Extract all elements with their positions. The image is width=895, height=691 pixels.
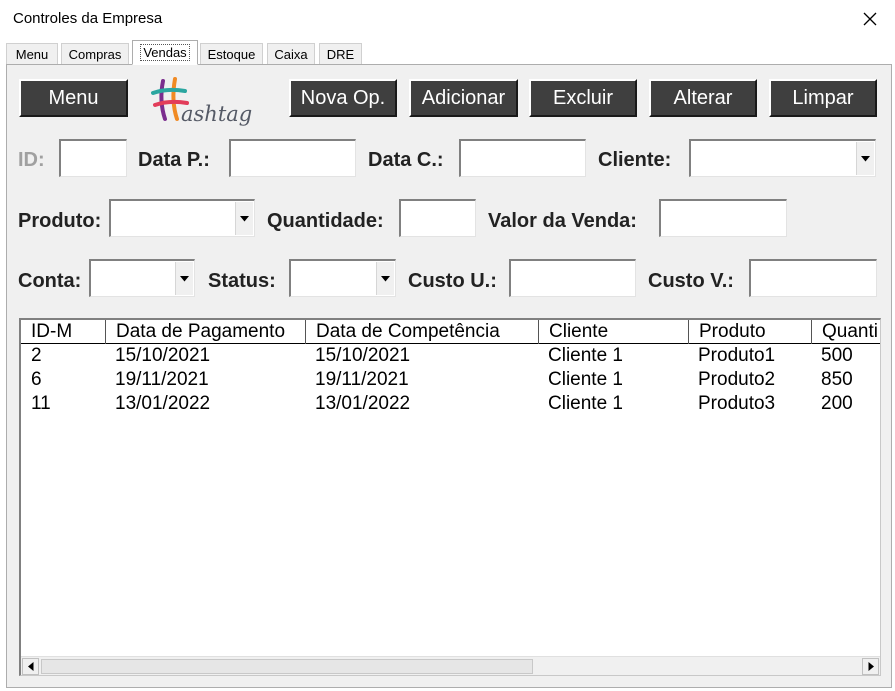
horizontal-scrollbar[interactable] bbox=[21, 656, 880, 675]
dropdown-button[interactable] bbox=[376, 262, 394, 295]
column-header: Produto bbox=[688, 320, 811, 344]
table-cell: 2 bbox=[31, 345, 42, 366]
chevron-down-icon bbox=[381, 275, 390, 281]
table-cell: 15/10/2021 bbox=[115, 345, 211, 366]
conta-select[interactable] bbox=[89, 259, 195, 297]
app-window: Controles da Empresa Menu Compras Vendas… bbox=[0, 0, 895, 691]
table-cell: 19/11/2021 bbox=[115, 369, 209, 390]
column-header: Quanti bbox=[811, 320, 880, 344]
status-select[interactable] bbox=[289, 259, 396, 297]
data-p-label: Data P.: bbox=[138, 149, 210, 171]
arrow-right-icon bbox=[868, 662, 874, 671]
scroll-thumb[interactable] bbox=[41, 659, 533, 674]
dropdown-button[interactable] bbox=[856, 142, 874, 175]
id-field[interactable] bbox=[59, 139, 127, 177]
table-cell: Cliente 1 bbox=[548, 369, 623, 390]
tab-label: Caixa bbox=[274, 47, 308, 62]
column-header: Data de Pagamento bbox=[105, 320, 305, 344]
close-button[interactable] bbox=[845, 0, 895, 38]
logo-wordmark: ashtag bbox=[181, 102, 252, 126]
custo-v-field[interactable] bbox=[749, 259, 877, 297]
tab-label: Compras bbox=[68, 47, 122, 62]
tab-label: Estoque bbox=[207, 47, 256, 62]
nova-op-button[interactable]: Nova Op. bbox=[289, 79, 397, 117]
dropdown-button[interactable] bbox=[175, 262, 193, 295]
hashtag-logo: ashtag bbox=[151, 77, 252, 126]
tab-dre[interactable]: DRE bbox=[319, 43, 362, 65]
conta-label: Conta: bbox=[18, 270, 82, 292]
table-cell: 6 bbox=[31, 369, 42, 390]
table-cell: 13/01/2022 bbox=[115, 393, 211, 414]
table-row[interactable]: 6 19/11/2021 19/11/2021 Cliente 1 Produt… bbox=[21, 368, 880, 392]
data-p-field[interactable] bbox=[229, 139, 356, 177]
quantidade-label: Quantidade: bbox=[267, 210, 384, 232]
tab-label: DRE bbox=[326, 47, 355, 62]
column-header: Cliente bbox=[538, 320, 688, 344]
table-cell: Produto3 bbox=[698, 393, 776, 414]
chevron-down-icon bbox=[861, 155, 870, 161]
adicionar-button[interactable]: Adicionar bbox=[409, 79, 518, 117]
cliente-label: Cliente: bbox=[598, 149, 672, 171]
scroll-left-button[interactable] bbox=[22, 658, 39, 675]
limpar-button[interactable]: Limpar bbox=[769, 79, 877, 117]
id-label: ID: bbox=[18, 149, 45, 171]
produto-select[interactable] bbox=[109, 199, 255, 237]
vendas-panel: Menu ashtag Nova Op. Adicionar Excluir A… bbox=[6, 64, 892, 688]
table-cell: 200 bbox=[821, 393, 853, 414]
column-header: ID-M bbox=[31, 321, 73, 342]
title-bar: Controles da Empresa bbox=[0, 0, 895, 38]
excluir-button[interactable]: Excluir bbox=[529, 79, 637, 117]
chevron-down-icon bbox=[180, 275, 189, 281]
table-row[interactable]: 11 13/01/2022 13/01/2022 Cliente 1 Produ… bbox=[21, 392, 880, 416]
tab-caixa[interactable]: Caixa bbox=[267, 43, 315, 65]
dropdown-button[interactable] bbox=[235, 202, 253, 235]
table-header: ID-M Data de Pagamento Data de Competênc… bbox=[21, 320, 880, 344]
status-label: Status: bbox=[208, 270, 276, 292]
arrow-left-icon bbox=[27, 662, 33, 671]
column-header: Data de Competência bbox=[305, 320, 538, 344]
scroll-right-button[interactable] bbox=[862, 658, 879, 675]
quantidade-field[interactable] bbox=[399, 199, 476, 237]
custo-u-label: Custo U.: bbox=[408, 270, 497, 292]
tab-compras[interactable]: Compras bbox=[61, 43, 129, 65]
menu-button[interactable]: Menu bbox=[19, 79, 128, 117]
tab-menu[interactable]: Menu bbox=[6, 43, 58, 65]
custo-v-label: Custo V.: bbox=[648, 270, 734, 292]
table-cell: 15/10/2021 bbox=[315, 345, 411, 366]
tab-label: Vendas bbox=[140, 44, 190, 61]
alterar-button[interactable]: Alterar bbox=[649, 79, 757, 117]
custo-u-field[interactable] bbox=[509, 259, 636, 297]
vendas-listbox[interactable]: ID-M Data de Pagamento Data de Competênc… bbox=[19, 318, 881, 676]
table-cell: 850 bbox=[821, 369, 853, 390]
table-cell: Produto1 bbox=[698, 345, 776, 366]
chevron-down-icon bbox=[240, 215, 249, 221]
table-cell: 13/01/2022 bbox=[315, 393, 411, 414]
table-row[interactable]: 2 15/10/2021 15/10/2021 Cliente 1 Produt… bbox=[21, 344, 880, 368]
valor-venda-field[interactable] bbox=[659, 199, 787, 237]
data-c-field[interactable] bbox=[459, 139, 586, 177]
table-cell: Cliente 1 bbox=[548, 345, 623, 366]
valor-venda-label: Valor da Venda: bbox=[488, 210, 637, 232]
cliente-select[interactable] bbox=[689, 139, 876, 177]
tab-label: Menu bbox=[15, 47, 49, 62]
table-cell: 19/11/2021 bbox=[315, 369, 409, 390]
close-icon bbox=[863, 12, 877, 26]
table-cell: Produto2 bbox=[698, 369, 776, 390]
tab-estoque[interactable]: Estoque bbox=[200, 43, 263, 65]
window-title: Controles da Empresa bbox=[13, 10, 163, 27]
table-cell: 11 bbox=[31, 393, 51, 414]
table-cell: Cliente 1 bbox=[548, 393, 623, 414]
tab-vendas[interactable]: Vendas bbox=[132, 40, 198, 65]
data-c-label: Data C.: bbox=[368, 149, 444, 171]
produto-label: Produto: bbox=[18, 210, 102, 232]
table-cell: 500 bbox=[821, 345, 853, 366]
